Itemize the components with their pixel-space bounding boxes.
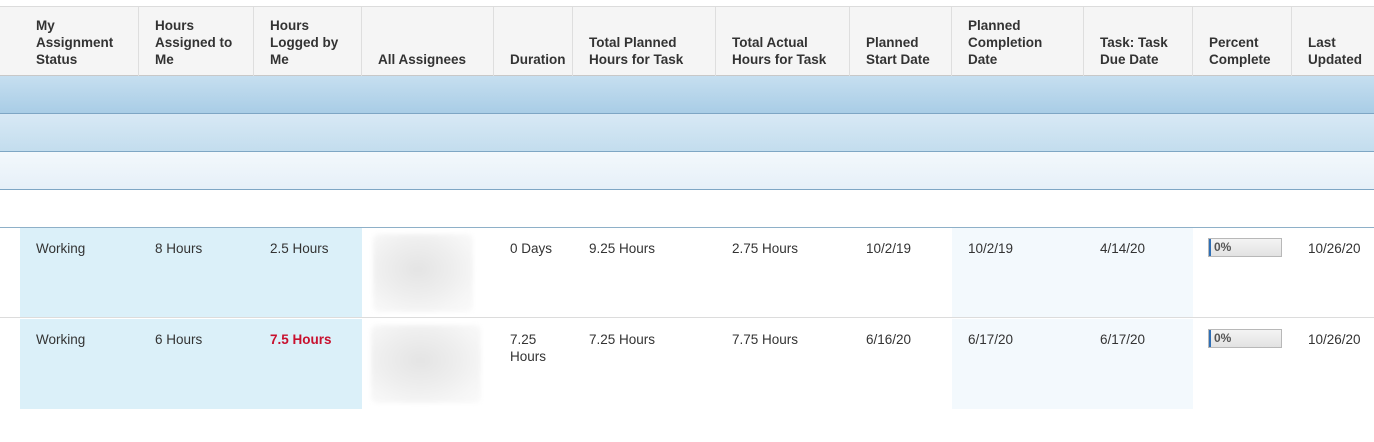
column-header-total-actual-hours[interactable]: Total Actual Hours for Task	[716, 7, 850, 76]
assignee-avatar-redacted	[371, 325, 481, 403]
header-line: Planned	[968, 18, 1021, 33]
planned-start-date: 10/2/19	[866, 241, 912, 256]
assignee-avatar-redacted	[373, 234, 473, 312]
header-line: My	[36, 18, 55, 33]
column-header-planned-start-date[interactable]: Planned Start Date	[850, 7, 952, 76]
total-planned-hours: 9.25 Hours	[589, 241, 656, 256]
progress-fill	[1209, 330, 1211, 347]
hours-assigned: 6 Hours	[155, 332, 203, 347]
duration-line: Hours	[510, 349, 547, 364]
header-line: Duration	[510, 52, 566, 67]
header-line: Status	[36, 52, 78, 67]
group-row-level-4[interactable]	[0, 190, 1374, 228]
duration-line: 7.25	[510, 332, 537, 347]
column-header-task-due-date[interactable]: Task: Task Due Date	[1084, 7, 1193, 76]
header-line: Percent	[1209, 35, 1259, 50]
last-updated: 10/26/20	[1308, 332, 1361, 347]
percent-complete-bar: 0%	[1208, 329, 1282, 348]
duration-line: 0 Days	[510, 241, 553, 256]
hours-logged-over-assigned: 7.5 Hours	[270, 332, 332, 347]
assignment-status: Working	[36, 241, 86, 256]
group-row-level-3[interactable]	[0, 152, 1374, 190]
planned-completion-date: 6/17/20	[968, 332, 1014, 347]
percent-complete-label: 0%	[1214, 240, 1232, 254]
header-line: Hours for Task	[732, 52, 827, 67]
total-planned-hours: 7.25 Hours	[589, 332, 656, 347]
column-header-hours-logged[interactable]: Hours Logged by Me	[254, 7, 362, 76]
last-updated: 10/26/20	[1308, 241, 1361, 256]
task-due-date: 4/14/20	[1100, 241, 1146, 256]
header-line: Planned	[866, 35, 919, 50]
column-header-my-assignment-status[interactable]: My Assignment Status	[20, 7, 139, 76]
header-line: Hours	[155, 18, 195, 33]
header-line: Assignment	[36, 35, 114, 50]
header-line: All Assignees	[378, 52, 467, 67]
duration: 0 Days	[510, 240, 552, 257]
header-line: Assigned to	[155, 35, 233, 50]
header-line: Start Date	[866, 52, 930, 67]
header-line: Complete	[1209, 52, 1271, 67]
hours-logged: 2.5 Hours	[270, 241, 329, 256]
group-row-level-1[interactable]	[0, 76, 1374, 114]
duration: 7.25 Hours	[510, 331, 546, 365]
header-line: Total Planned	[589, 35, 677, 50]
column-header-total-planned-hours[interactable]: Total Planned Hours for Task	[573, 7, 716, 76]
column-header-last-updated[interactable]: Last Updated	[1292, 7, 1374, 76]
header-line: Total Actual	[732, 35, 808, 50]
progress-fill	[1209, 239, 1211, 256]
header-line: Completion Date	[968, 35, 1043, 67]
table-row[interactable]: Working 6 Hours 7.5 Hours 7.25 Hours 7.2…	[0, 319, 1374, 409]
column-header-duration[interactable]: Duration	[494, 7, 573, 76]
header-line: Hours for Task	[589, 52, 684, 67]
header-line: Updated	[1308, 52, 1362, 67]
header-line: Due Date	[1100, 52, 1159, 67]
assignment-status: Working	[36, 332, 86, 347]
planned-completion-date: 10/2/19	[968, 241, 1014, 256]
grid-header: My Assignment Status Hours Assigned to Me Ho…	[0, 6, 1374, 76]
hours-assigned: 8 Hours	[155, 241, 203, 256]
task-grid: My Assignment Status Hours Assigned to Me Ho…	[0, 0, 1374, 442]
planned-start-date: 6/16/20	[866, 332, 912, 347]
group-row-level-2[interactable]	[0, 114, 1374, 152]
table-row[interactable]: Working 8 Hours 2.5 Hours 0 Days 9.25 Ho…	[0, 228, 1374, 318]
task-due-date: 6/17/20	[1100, 332, 1146, 347]
header-line: Last	[1308, 35, 1336, 50]
total-actual-hours: 2.75 Hours	[732, 241, 799, 256]
header-line: Logged by	[270, 35, 339, 50]
header-line: Me	[155, 52, 174, 67]
column-header-planned-completion-date[interactable]: Planned Completion Date	[952, 7, 1084, 76]
column-header-percent-complete[interactable]: Percent Complete	[1193, 7, 1292, 76]
header-line: Task: Task	[1100, 35, 1168, 50]
column-header-hours-assigned[interactable]: Hours Assigned to Me	[139, 7, 254, 76]
header-line: Me	[270, 52, 289, 67]
column-header-all-assignees[interactable]: All Assignees	[362, 7, 494, 76]
percent-complete-label: 0%	[1214, 331, 1232, 345]
percent-complete-bar: 0%	[1208, 238, 1282, 257]
header-line: Hours	[270, 18, 310, 33]
total-actual-hours: 7.75 Hours	[732, 332, 799, 347]
